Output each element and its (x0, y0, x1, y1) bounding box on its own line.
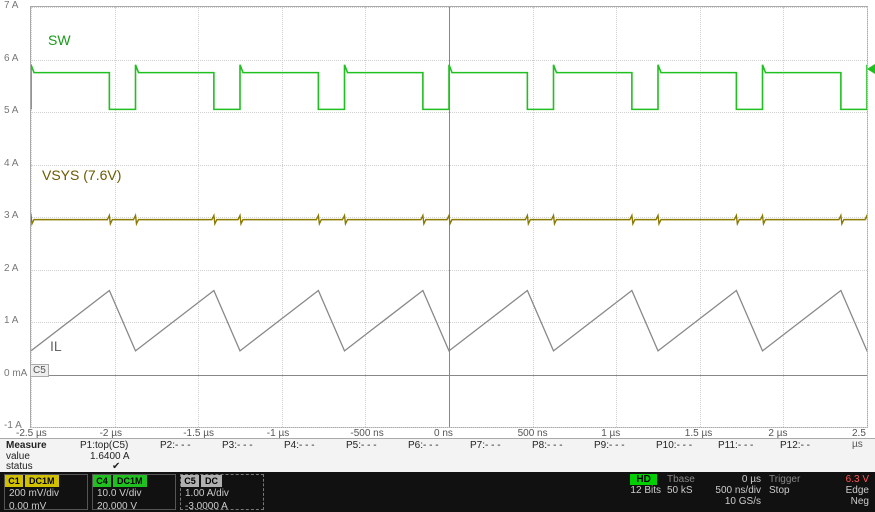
measure-empty: P12:- - (780, 440, 810, 451)
trace-il (31, 291, 867, 351)
channel-tag: C5 (181, 475, 199, 487)
x-axis-label: 2 µs (768, 428, 787, 439)
x-axis-label: -1 µs (267, 428, 289, 439)
y-axis-label: 0 mA (4, 368, 27, 379)
measure-empty: P2:- - - (160, 440, 191, 451)
hd-bits: 12 Bits (630, 485, 661, 496)
channel-offset: 0.00 mV (5, 500, 87, 512)
channel-tag: C1 (5, 475, 23, 487)
trace-label-il: IL (50, 338, 62, 354)
x-axis-label: -2.5 µs (16, 428, 47, 439)
channel-box-c1[interactable]: C1DC1M200 mV/div0.00 mV (4, 474, 88, 510)
trace-vsys (31, 215, 867, 223)
y-axis-label: 4 A (4, 158, 18, 169)
x-axis-label: 2.5 µs (852, 428, 875, 450)
measure-row-status-label: status (6, 461, 33, 472)
measure-p1-name: P1:top(C5) (80, 440, 128, 451)
hd-badge: HD (630, 474, 656, 485)
channel-offset: -3.0000 A (181, 500, 263, 512)
oscilloscope-plot[interactable] (30, 6, 868, 428)
trigger-box[interactable]: Trigger 6.3 V Stop Edge Neg (769, 474, 869, 507)
channel-box-c5[interactable]: C5DC1.00 A/div-3.0000 A (180, 474, 264, 510)
timebase-box[interactable]: Tbase 0 µs 50 kS 500 ns/div 10 GS/s (667, 474, 761, 507)
trigger-title: Trigger (769, 474, 800, 485)
measure-empty: P8:- - - (532, 440, 563, 451)
y-axis-label: 5 A (4, 105, 18, 116)
x-axis-label: 1 µs (601, 428, 620, 439)
y-axis-label: 1 A (4, 315, 18, 326)
channel-coupling: DC1M (113, 475, 147, 487)
measure-empty: P7:- - - (470, 440, 501, 451)
channel-coupling: DC1M (25, 475, 59, 487)
measure-empty: P6:- - - (408, 440, 439, 451)
y-axis-label: 2 A (4, 263, 18, 274)
measure-p1-value: 1.6400 A (90, 451, 129, 462)
x-axis-label: -500 ns (350, 428, 383, 439)
channel-scale: 200 mV/div (5, 487, 87, 500)
trigger-type: Edge (846, 485, 869, 496)
measure-empty: P5:- - - (346, 440, 377, 451)
channel-offset: 20.000 V (93, 500, 175, 512)
channel-tag: C4 (93, 475, 111, 487)
y-axis-label: 6 A (4, 53, 18, 64)
trace-sw (31, 65, 867, 110)
trigger-level: 6.3 V (846, 474, 869, 485)
measure-empty: P10:- - - (656, 440, 692, 451)
measure-empty: P9:- - - (594, 440, 625, 451)
timebase-div: 500 ns/div (715, 485, 761, 496)
measure-empty: P4:- - - (284, 440, 315, 451)
x-axis-label: 1.5 µs (685, 428, 712, 439)
timebase-record: 50 kS (667, 485, 693, 496)
trigger-slope: Neg (851, 496, 869, 507)
channel-scale: 1.00 A/div (181, 487, 263, 500)
trace-label-vsys: VSYS (7.6V) (42, 167, 121, 183)
trigger-level-arrow-icon (867, 64, 875, 74)
x-axis-label: -1.5 µs (183, 428, 214, 439)
x-axis-label: 0 ns (434, 428, 453, 439)
trace-canvas (31, 7, 867, 427)
timebase-position: 0 µs (742, 474, 761, 485)
trigger-mode: Stop (769, 485, 790, 496)
status-bar: HD 12 Bits Tbase 0 µs 50 kS 500 ns/div 1… (0, 472, 875, 512)
timebase-rate: 10 GS/s (725, 496, 761, 507)
trace-label-sw: SW (48, 32, 71, 48)
timebase-title: Tbase (667, 474, 695, 485)
measure-empty: P11:- - - (718, 440, 753, 451)
measure-empty: P3:- - - (222, 440, 253, 451)
y-axis-label: 3 A (4, 210, 18, 221)
x-axis-label: -2 µs (100, 428, 122, 439)
channel-ground-marker: C5 (30, 364, 49, 377)
measure-bar: Measure value status P1:top(C5) 1.6400 A… (0, 438, 875, 473)
channel-coupling: DC (201, 475, 222, 487)
measure-p1-status-check-icon: ✔ (112, 461, 120, 472)
x-axis-label: 500 ns (518, 428, 548, 439)
channel-scale: 10.0 V/div (93, 487, 175, 500)
y-axis-label: 7 A (4, 0, 18, 11)
measure-header: Measure (6, 440, 47, 451)
channel-box-c4[interactable]: C4DC1M10.0 V/div20.000 V (92, 474, 176, 510)
